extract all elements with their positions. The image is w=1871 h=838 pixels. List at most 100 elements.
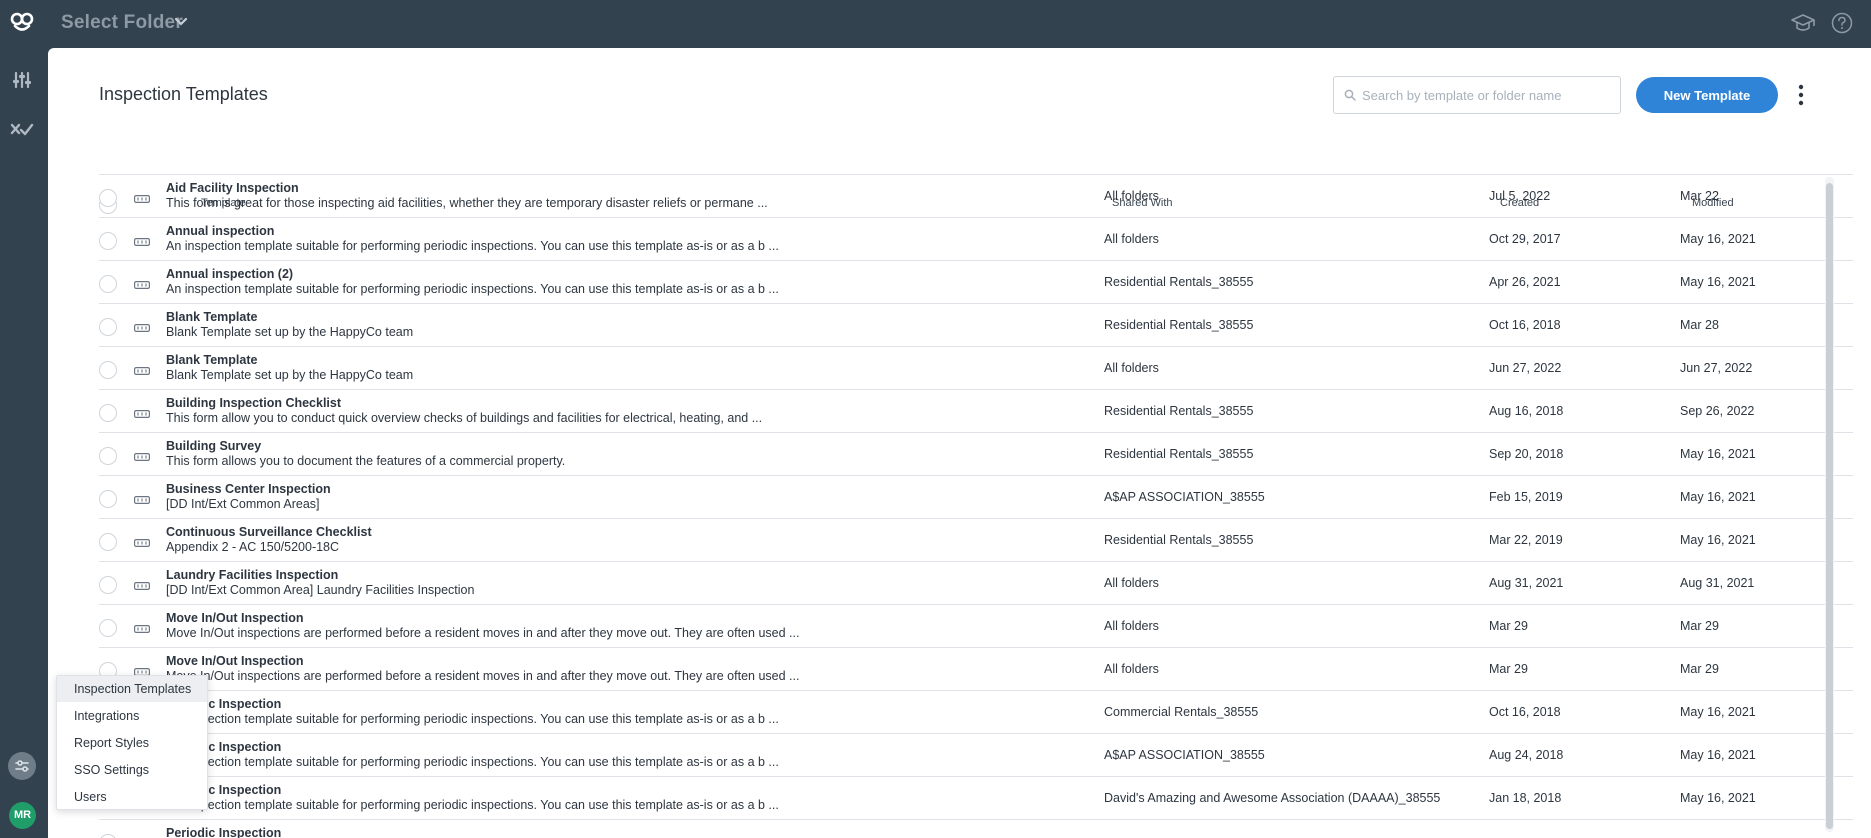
table-row[interactable]: Blank Template Blank Template set up by t… [99,303,1853,346]
template-name[interactable]: Building Survey [166,439,261,453]
template-icon [134,324,150,332]
happyco-logo-icon[interactable] [10,10,34,34]
avatar[interactable]: MR [9,802,36,829]
modified-cell: May 16, 2021 [1680,748,1756,762]
search-box[interactable] [1333,76,1621,114]
template-description: Blank Template set up by the HappyCo tea… [166,368,414,382]
graduation-cap-icon[interactable] [1790,12,1816,34]
table-row[interactable]: Periodic Inspection An inspection templat… [99,776,1853,819]
row-select-radio[interactable] [99,318,117,336]
search-input[interactable] [1362,77,1617,113]
template-name[interactable]: Building Inspection Checklist [166,396,341,410]
table-row[interactable]: Building Inspection Checklist This form a… [99,389,1853,432]
table-row[interactable]: Continuous Surveillance Checklist Appendi… [99,518,1853,561]
template-description: Move In/Out inspections are performed be… [166,669,800,683]
template-name[interactable]: Blank Template [166,353,257,367]
template-name[interactable]: Periodic Inspection [166,826,281,838]
row-select-radio[interactable] [99,189,117,207]
modified-cell: Mar 28 [1680,318,1719,332]
template-description: Blank Template set up by the HappyCo tea… [166,325,414,339]
created-cell: Mar 29 [1489,662,1528,676]
shared-with-cell: All folders [1104,619,1159,633]
template-name[interactable]: Move In/Out Inspection [166,654,304,668]
shared-with-cell: David's Amazing and Awesome Association … [1104,791,1441,805]
table-row[interactable]: Annual inspection An inspection template … [99,217,1853,260]
menu-item-report-styles[interactable]: Report Styles [57,730,207,756]
created-cell: Jan 18, 2018 [1489,791,1562,805]
table-row[interactable]: Move In/Out Inspection Move In/Out inspec… [99,604,1853,647]
template-icon [134,410,150,418]
shared-with-cell: Residential Rentals_38555 [1104,275,1254,289]
row-select-radio[interactable] [99,619,117,637]
row-select-radio[interactable] [99,361,117,379]
template-icon [134,195,150,203]
modified-cell: Mar 29 [1680,619,1719,633]
modified-cell: May 16, 2021 [1680,447,1756,461]
menu-item-users[interactable]: Users [57,784,207,810]
row-select-radio[interactable] [99,834,117,838]
row-select-radio[interactable] [99,576,117,594]
new-template-button[interactable]: New Template [1636,77,1778,113]
modified-cell: Sep 26, 2022 [1680,404,1755,418]
top-bar: Select Folder [0,0,1871,48]
template-name[interactable]: Annual inspection (2) [166,267,293,281]
menu-item-integrations[interactable]: Integrations [57,703,207,729]
created-cell: Sep 20, 2018 [1489,447,1564,461]
template-icon [134,238,150,246]
chevron-down-icon[interactable] [174,17,188,27]
content-panel: Inspection Templates New Template Templa… [48,48,1871,838]
help-circle-icon[interactable] [1831,12,1853,34]
menu-item-sso-settings[interactable]: SSO Settings [57,757,207,783]
table-row[interactable]: Annual inspection (2) An inspection templ… [99,260,1853,303]
row-select-radio[interactable] [99,447,117,465]
template-name[interactable]: Move In/Out Inspection [166,611,304,625]
row-select-radio[interactable] [99,232,117,250]
settings-icon[interactable] [8,752,36,780]
shared-with-cell: All folders [1104,361,1159,375]
template-name[interactable]: Blank Template [166,310,257,324]
template-description: An inspection template suitable for perf… [166,239,779,253]
template-name[interactable]: Annual inspection [166,224,274,238]
template-icon [134,625,150,633]
table-row[interactable]: Business Center Inspection [DD Int/Ext Co… [99,475,1853,518]
template-icon [134,496,150,504]
shared-with-cell: Commercial Rentals_38555 [1104,705,1259,719]
created-cell: Aug 24, 2018 [1489,748,1564,762]
template-name[interactable]: Continuous Surveillance Checklist [166,525,372,539]
table-row[interactable]: Move In/Out Inspection Move In/Out inspec… [99,647,1853,690]
shared-with-cell: Residential Rentals_38555 [1104,404,1254,418]
scrollbar[interactable] [1825,177,1834,832]
created-cell: Oct 16, 2018 [1489,318,1561,332]
row-select-radio[interactable] [99,533,117,551]
template-name[interactable]: Business Center Inspection [166,482,331,496]
folder-selector-label[interactable]: Select Folder [61,12,183,34]
template-name[interactable]: Aid Facility Inspection [166,181,299,195]
created-cell: Oct 16, 2018 [1489,705,1561,719]
more-options-icon[interactable] [1794,82,1808,108]
shared-with-cell: Residential Rentals_38555 [1104,447,1254,461]
template-description: Appendix 2 - AC 150/5200-18C [166,540,340,554]
sliders-icon[interactable] [12,71,32,89]
checks-icon[interactable] [10,121,34,139]
created-cell: Aug 31, 2021 [1489,576,1564,590]
table-row[interactable]: Laundry Facilities Inspection [DD Int/Ext… [99,561,1853,604]
table-row[interactable]: Periodic Inspection An inspection templat… [99,733,1853,776]
scrollbar-thumb[interactable] [1826,183,1833,829]
template-name[interactable]: Laundry Facilities Inspection [166,568,338,582]
search-icon [1344,89,1356,101]
modified-cell: May 16, 2021 [1680,533,1756,547]
table-row[interactable]: Building Survey This form allows you to d… [99,432,1853,475]
table-row[interactable]: Blank Template Blank Template set up by t… [99,346,1853,389]
modified-cell: May 16, 2021 [1680,705,1756,719]
row-select-radio[interactable] [99,275,117,293]
row-select-radio[interactable] [99,490,117,508]
created-cell: Jun 27, 2022 [1489,361,1562,375]
page-title: Inspection Templates [99,84,268,104]
table-row[interactable]: Periodic Inspection An inspection templat… [99,690,1853,733]
menu-item-inspection-templates[interactable]: Inspection Templates [57,676,207,702]
modified-cell: Aug 31, 2021 [1680,576,1755,590]
table-row[interactable]: Aid Facility Inspection This form is grea… [99,174,1853,217]
row-select-radio[interactable] [99,404,117,422]
created-cell: Feb 15, 2019 [1489,490,1563,504]
table-row[interactable]: Periodic Inspection [99,819,1853,838]
